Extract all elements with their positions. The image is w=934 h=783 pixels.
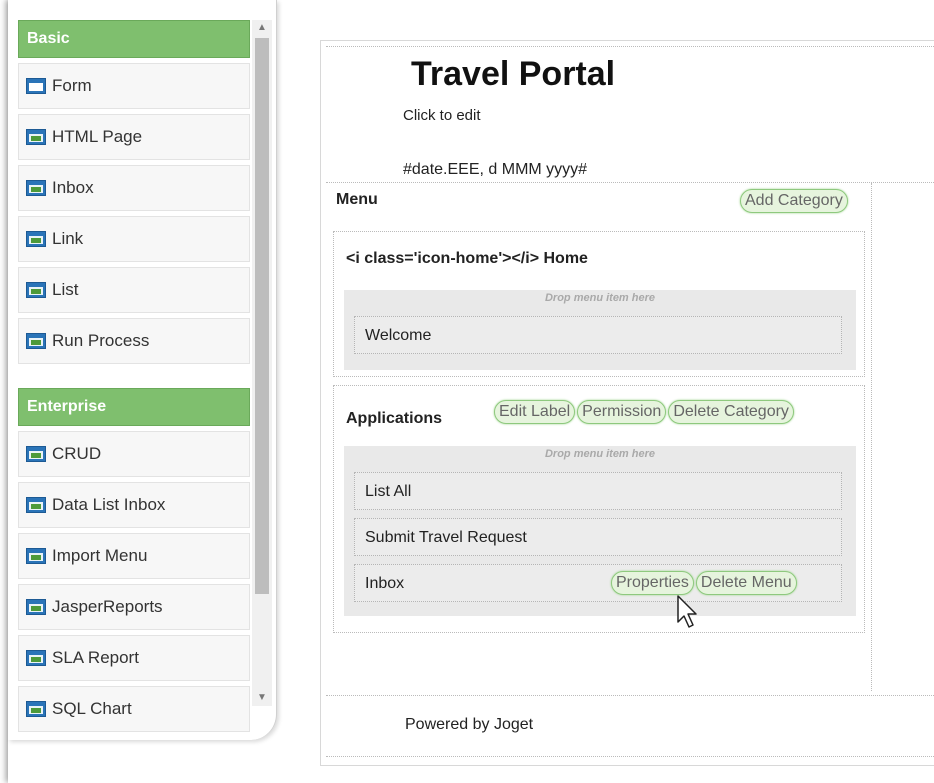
palette-category-enterprise[interactable]: Enterprise: [18, 388, 250, 426]
drop-hint: Drop menu item here: [544, 448, 656, 460]
palette-item-label: Data List Inbox: [52, 495, 166, 514]
palette-category-basic[interactable]: Basic: [18, 20, 250, 58]
userview-footer[interactable]: Powered by Joget: [326, 695, 934, 757]
element-palette: Basic Form HTML Page Inbox Link List Run…: [8, 0, 277, 740]
palette-item-label: SLA Report: [52, 648, 139, 667]
menu-item-welcome[interactable]: Welcome: [354, 316, 842, 354]
menu-item-label: Inbox: [365, 575, 405, 592]
properties-button[interactable]: Properties: [611, 571, 694, 595]
userview-header[interactable]: Travel Portal Click to edit #date.EEE, d…: [326, 46, 934, 183]
delete-category-button[interactable]: Delete Category: [668, 400, 794, 424]
palette-item-label: JasperReports: [52, 597, 163, 616]
palette-item-form[interactable]: Form: [18, 63, 250, 109]
palette-item-jasperreports[interactable]: JasperReports: [18, 584, 250, 630]
palette-item-run-process[interactable]: Run Process: [18, 318, 250, 364]
page-icon: [26, 701, 46, 717]
mouse-pointer-icon: [677, 595, 697, 628]
palette-item-inbox[interactable]: Inbox: [18, 165, 250, 211]
add-category-button[interactable]: Add Category: [740, 189, 848, 213]
page-icon: [26, 446, 46, 462]
palette-item-label: SQL Chart: [52, 699, 132, 718]
palette-item-import-menu[interactable]: Import Menu: [18, 533, 250, 579]
palette-item-label: HTML Page: [52, 127, 143, 146]
menu-item-submit-travel-request[interactable]: Submit Travel Request: [354, 518, 842, 556]
scroll-up-arrow-icon[interactable]: ▲: [252, 20, 272, 36]
palette-item-crud[interactable]: CRUD: [18, 431, 250, 477]
palette-item-label: Import Menu: [52, 546, 148, 565]
date-format: #date.EEE, d MMM yyyy#: [403, 161, 588, 178]
scroll-down-arrow-icon[interactable]: ▼: [252, 690, 272, 706]
palette-item-label: Link: [52, 229, 84, 248]
palette-item-list[interactable]: List: [18, 267, 250, 313]
page-icon: [26, 650, 46, 666]
palette-item-data-list-inbox[interactable]: Data List Inbox: [18, 482, 250, 528]
category-actions: Edit Label Permission Delete Category: [494, 400, 794, 424]
footer-text: Powered by Joget: [405, 716, 534, 733]
menu-item-actions: Properties Delete Menu: [611, 571, 797, 595]
userview-canvas: Travel Portal Click to edit #date.EEE, d…: [320, 40, 934, 766]
delete-menu-button[interactable]: Delete Menu: [695, 571, 797, 595]
form-icon: [26, 78, 46, 94]
palette-item-label: Run Process: [52, 331, 150, 350]
page-icon: [26, 180, 46, 196]
page-title[interactable]: Travel Portal: [411, 55, 615, 94]
scroll-thumb[interactable]: [255, 38, 269, 594]
palette-item-link[interactable]: Link: [18, 216, 250, 262]
page-icon: [26, 497, 46, 513]
page-icon: [26, 231, 46, 247]
palette-scrollbar[interactable]: ▲ ▼: [252, 20, 272, 706]
menu-item-list-all[interactable]: List All: [354, 472, 842, 510]
menu-area: Menu Add Category <i class='icon-home'><…: [328, 183, 872, 691]
palette-item-label: Form: [52, 76, 92, 95]
palette-item-label: CRUD: [52, 444, 102, 463]
palette-item-sla-report[interactable]: SLA Report: [18, 635, 250, 681]
menu-label: Menu: [336, 191, 378, 208]
page-icon: [26, 282, 46, 298]
drop-hint: Drop menu item here: [544, 292, 656, 304]
drop-zone[interactable]: Drop menu item here Welcome: [344, 290, 856, 370]
palette-spacer: [18, 364, 250, 388]
edit-label-button[interactable]: Edit Label: [494, 400, 576, 424]
palette-item-html-page[interactable]: HTML Page: [18, 114, 250, 160]
permission-button[interactable]: Permission: [577, 400, 667, 424]
palette-item-label: List: [52, 280, 79, 299]
category-title[interactable]: Applications: [346, 410, 442, 428]
category-title[interactable]: <i class='icon-home'></i> Home: [346, 250, 588, 268]
page-icon: [26, 548, 46, 564]
page-icon: [26, 129, 46, 145]
palette-list: Basic Form HTML Page Inbox Link List Run…: [18, 20, 250, 732]
page-icon: [26, 333, 46, 349]
page-subtitle[interactable]: Click to edit: [403, 107, 481, 124]
palette-item-sql-chart[interactable]: SQL Chart: [18, 686, 250, 732]
menu-item-inbox[interactable]: Inbox Properties Delete Menu: [354, 564, 842, 602]
menu-category-home[interactable]: <i class='icon-home'></i> Home Drop menu…: [333, 231, 865, 377]
menu-category-applications[interactable]: Applications Edit Label Permission Delet…: [333, 385, 865, 633]
page-icon: [26, 599, 46, 615]
palette-item-label: Inbox: [52, 178, 94, 197]
drop-zone[interactable]: Drop menu item here List All Submit Trav…: [344, 446, 856, 616]
